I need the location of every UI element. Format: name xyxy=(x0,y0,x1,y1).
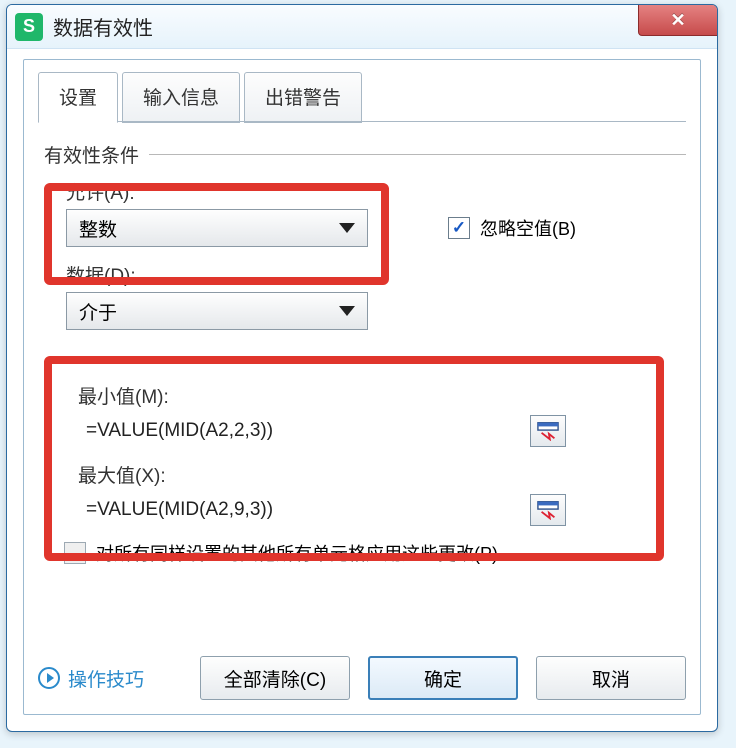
allow-label: 允许(A): xyxy=(66,178,686,205)
allow-select[interactable]: 整数 xyxy=(66,209,368,247)
dialog-body: 设置 输入信息 出错警告 有效性条件 允许(A): 整数 忽略空值(B) 数据(… xyxy=(23,59,701,715)
app-icon: S xyxy=(15,13,43,41)
tab-input-message[interactable]: 输入信息 xyxy=(122,72,240,123)
criteria-group-label: 有效性条件 xyxy=(44,141,686,168)
tips-link[interactable]: 操作技巧 xyxy=(38,665,144,692)
min-input[interactable] xyxy=(82,413,512,449)
chevron-down-icon xyxy=(339,306,355,316)
apply-all-label: 对所有同样设置的其他所有单元格应用这些更改(P) xyxy=(96,540,498,566)
max-range-picker-button[interactable] xyxy=(530,494,566,526)
close-button[interactable]: ✕ xyxy=(638,4,718,36)
data-select[interactable]: 介于 xyxy=(66,292,368,330)
tab-error-alert[interactable]: 出错警告 xyxy=(244,72,362,123)
max-label: 最大值(X): xyxy=(78,461,686,488)
max-input[interactable] xyxy=(82,492,512,528)
range-select-icon xyxy=(537,421,559,441)
ignore-blank-label: 忽略空值(B) xyxy=(480,215,576,241)
clear-all-button[interactable]: 全部清除(C) xyxy=(200,656,350,700)
tab-settings[interactable]: 设置 xyxy=(38,72,118,123)
chevron-down-icon xyxy=(339,223,355,233)
range-select-icon xyxy=(537,500,559,520)
ok-button[interactable]: 确定 xyxy=(368,656,518,700)
allow-select-value: 整数 xyxy=(79,215,117,242)
window-title: 数据有效性 xyxy=(53,12,153,41)
criteria-text: 有效性条件 xyxy=(44,141,139,168)
min-range-picker-button[interactable] xyxy=(530,415,566,447)
data-label: 数据(D): xyxy=(66,261,686,288)
button-bar: 操作技巧 全部清除(C) 确定 取消 xyxy=(38,656,686,700)
min-label: 最小值(M): xyxy=(78,382,686,409)
data-select-value: 介于 xyxy=(79,298,117,325)
tab-strip: 设置 输入信息 出错警告 xyxy=(38,71,686,122)
cancel-button[interactable]: 取消 xyxy=(536,656,686,700)
dialog-window: S 数据有效性 ✕ 设置 输入信息 出错警告 有效性条件 允许(A): 整数 忽… xyxy=(6,4,718,732)
apply-all-checkbox[interactable] xyxy=(64,542,86,564)
ignore-blank-checkbox[interactable] xyxy=(448,217,470,239)
tips-label: 操作技巧 xyxy=(68,665,144,692)
play-circle-icon xyxy=(38,667,60,689)
title-bar: S 数据有效性 ✕ xyxy=(7,5,717,49)
